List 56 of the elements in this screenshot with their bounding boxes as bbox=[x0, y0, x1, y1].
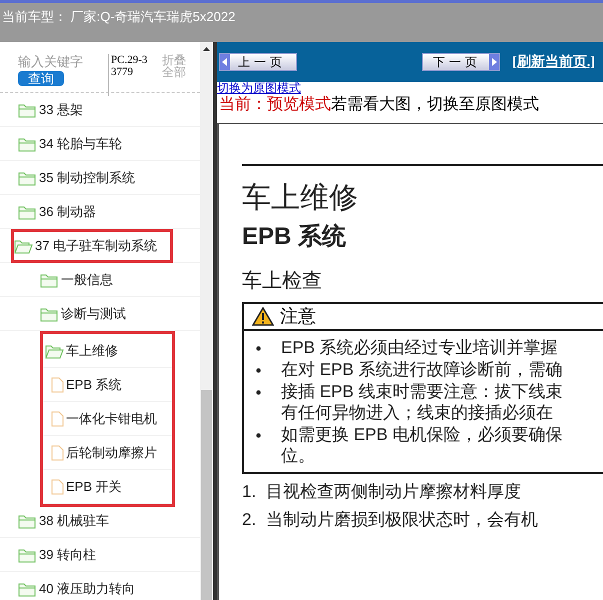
tree-item[interactable]: 38 机械驻车 bbox=[18, 510, 110, 530]
folder-icon bbox=[18, 136, 37, 152]
warning-icon bbox=[252, 307, 274, 326]
step-text: 当制动片磨损到极限状态时，会有机 bbox=[266, 509, 538, 531]
tree-item[interactable]: 33 悬架 bbox=[18, 100, 84, 120]
bullet-icon bbox=[256, 368, 261, 373]
window-title: 当前车型： 厂家:Q-奇瑞汽车瑞虎5x2022 bbox=[2, 9, 236, 24]
document-icon bbox=[51, 444, 64, 460]
document-title: 车上维修 bbox=[242, 181, 359, 216]
bullet-icon bbox=[256, 346, 261, 351]
next-page-button[interactable]: 下一页 bbox=[422, 53, 500, 71]
tree-item[interactable]: 一般信息 bbox=[40, 270, 113, 290]
switch-mode-link[interactable]: 切换为原图模式 bbox=[217, 82, 301, 95]
tree-item[interactable]: 34 轮胎与车轮 bbox=[18, 134, 122, 154]
notice-title: 注意 bbox=[280, 305, 316, 328]
folder-icon bbox=[18, 102, 37, 118]
step-text: 目视检查两侧制动片摩擦材料厚度 bbox=[266, 481, 522, 503]
folder-icon bbox=[18, 204, 37, 220]
document-subtitle: EPB 系统 bbox=[242, 222, 348, 252]
step-number: 2. bbox=[242, 509, 256, 531]
folder-icon bbox=[40, 272, 59, 288]
folder-icon bbox=[18, 170, 37, 186]
tree-item[interactable]: EPB 开关 bbox=[51, 476, 122, 496]
tree-item[interactable]: 一体化卡钳电机 bbox=[51, 408, 157, 428]
notice-text: 在对 EPB 系统进行故障诊断前，需确 bbox=[281, 359, 564, 380]
current-mode-label: 当前：预览模式 bbox=[219, 96, 331, 113]
tree-item[interactable]: 36 制动器 bbox=[18, 202, 96, 222]
document-icon bbox=[51, 376, 64, 392]
notice-text: 如需更换 EPB 电机保险，必须要确保位。 bbox=[281, 424, 564, 466]
tree-item[interactable]: EPB 系统 bbox=[51, 374, 122, 394]
folder-icon bbox=[40, 306, 59, 322]
step-number: 1. bbox=[242, 481, 256, 503]
scrollbar-thumb[interactable] bbox=[201, 390, 212, 600]
bullet-icon bbox=[256, 433, 261, 438]
tree-item[interactable]: 后轮制动摩擦片 bbox=[51, 442, 157, 462]
scrollbar[interactable] bbox=[200, 42, 213, 600]
search-button[interactable]: 查询 bbox=[18, 71, 64, 86]
code-text: PC.29-33779 bbox=[108, 54, 152, 96]
folder-icon bbox=[18, 580, 37, 596]
refresh-page-link[interactable]: [刷新当前页.] bbox=[512, 52, 595, 72]
notice-text: 接插 EPB 线束时需要注意：拔下线束有任何异物进入；线束的接插必须在 bbox=[281, 381, 564, 423]
search-field[interactable]: 输入关键字 bbox=[18, 54, 104, 70]
notice-text: EPB 系统必须由经过专业培训并掌握 bbox=[281, 337, 559, 358]
tree-item[interactable]: 诊断与测试 bbox=[40, 304, 126, 324]
bullet-icon bbox=[256, 390, 261, 395]
tree-item[interactable]: 车上维修 bbox=[45, 340, 118, 360]
folder-icon bbox=[18, 546, 37, 562]
document-icon bbox=[51, 410, 64, 426]
mode-hint: 若需看大图，切换至原图模式 bbox=[331, 96, 539, 113]
previous-page-button[interactable]: 上一页 bbox=[219, 53, 297, 71]
tree-item[interactable]: 35 制动控制系统 bbox=[18, 168, 136, 188]
folder-icon bbox=[18, 512, 37, 528]
section-heading: 车上检查 bbox=[242, 269, 323, 294]
document-icon bbox=[51, 478, 64, 494]
tree-item[interactable]: 39 转向柱 bbox=[18, 544, 96, 564]
tree-item[interactable]: 40 液压助力转向 bbox=[18, 578, 136, 598]
